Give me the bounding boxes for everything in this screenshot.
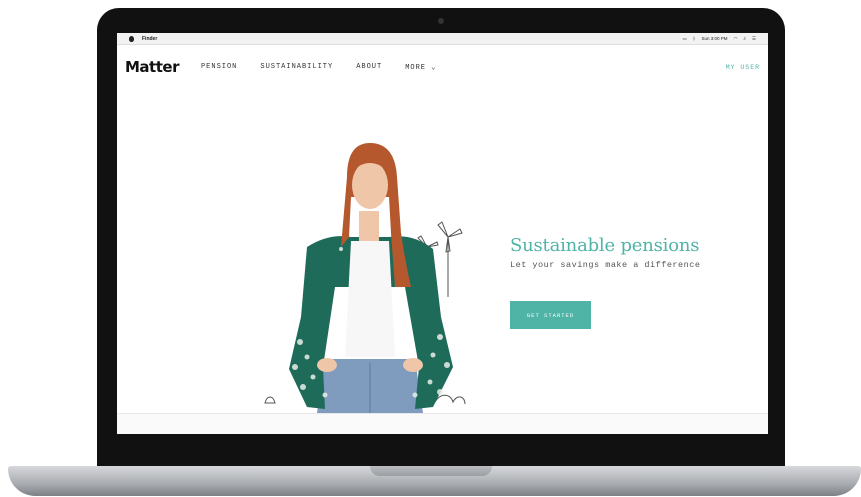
hero-title: Sustainable pensions [510,235,700,256]
hero-subtitle: Let your savings make a difference [510,260,701,270]
menubar-status: ▭ ᛒ Sun 3:00 PM ◠ ⌕ ☰ [683,36,757,42]
apple-icon[interactable] [129,35,134,42]
next-section-strip [117,414,768,434]
menu-icon[interactable]: ☰ [752,36,756,42]
laptop-screen: Finder ▭ ᛒ Sun 3:00 PM ◠ ⌕ ☰ Matter PENS… [117,33,768,434]
site-header: Matter PENSION SUSTAINABILITY ABOUT MORE… [117,55,768,79]
active-app-name[interactable]: Finder [142,36,157,42]
login-link[interactable]: MY USER [726,64,760,71]
laptop-notch [370,466,492,476]
search-icon[interactable]: ⌕ [743,36,746,41]
nav-sustainability[interactable]: SUSTAINABILITY [260,63,333,72]
get-started-button[interactable]: GET STARTED [510,301,591,329]
wifi-icon[interactable]: ◠ [733,36,737,42]
battery-icon[interactable]: ▭ [683,36,687,42]
hero-image [264,143,466,413]
nav-pension[interactable]: PENSION [201,63,237,72]
os-menubar: Finder ▭ ᛒ Sun 3:00 PM ◠ ⌕ ☰ [117,33,768,45]
bluetooth-icon[interactable]: ᛒ [693,36,696,41]
nav-about[interactable]: ABOUT [356,63,382,72]
camera-icon [438,18,444,24]
site-logo[interactable]: Matter [125,58,179,76]
hero-text: Sustainable pensions Let your savings ma… [510,235,700,270]
main-nav: PENSION SUSTAINABILITY ABOUT MORE ⌄ [201,63,436,72]
nav-more-dropdown[interactable]: MORE ⌄ [405,63,436,72]
menubar-clock[interactable]: Sun 3:00 PM [701,36,727,41]
